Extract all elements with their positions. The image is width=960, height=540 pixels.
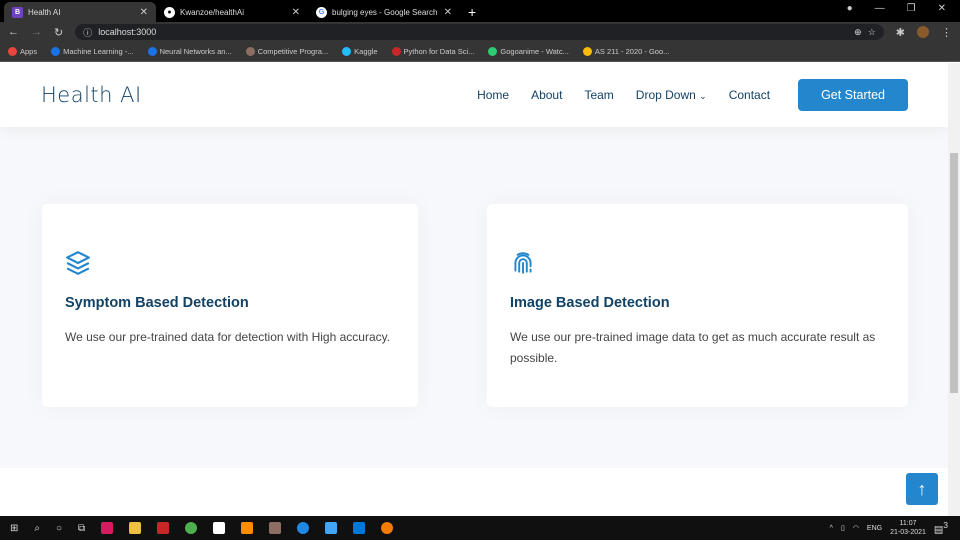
bookmark-item[interactable]: Apps xyxy=(8,47,37,57)
close-window-button[interactable]: ✕ xyxy=(938,3,946,14)
chevron-up-icon[interactable]: ^ xyxy=(830,525,833,532)
nav-contact[interactable]: Contact xyxy=(729,88,770,102)
bookmark-icon xyxy=(391,47,401,57)
toolbar: ← → ↻ ⓘ localhost:3000 ⊕ ☆ ✱ ⋮ xyxy=(0,22,960,42)
windows-start-icon[interactable]: ⊞ xyxy=(10,523,18,534)
wifi-icon[interactable]: ◠ xyxy=(853,524,859,532)
menu-icon[interactable]: ⋮ xyxy=(941,26,952,39)
app-icon[interactable] xyxy=(269,522,282,534)
close-tab-icon[interactable]: ✕ xyxy=(292,7,300,18)
cortana-icon[interactable]: ○ xyxy=(56,523,62,534)
section-bottom xyxy=(0,468,948,516)
bootstrap-icon: B xyxy=(12,6,23,18)
intellij-icon[interactable] xyxy=(101,522,114,534)
jupyter-icon[interactable] xyxy=(381,522,394,534)
scrollbar[interactable] xyxy=(948,63,960,516)
nav-home[interactable]: Home xyxy=(477,88,509,102)
language-indicator[interactable]: ENG xyxy=(867,525,882,532)
google-icon: G xyxy=(316,6,327,18)
vscode-icon[interactable] xyxy=(353,522,366,534)
bookmark-item[interactable]: Competitive Progra... xyxy=(245,47,328,57)
chrome-icon[interactable] xyxy=(185,522,198,534)
bookmark-item[interactable]: AS 211 - 2020 - Goo... xyxy=(582,47,669,57)
bookmark-item[interactable]: Gogoanime - Watc... xyxy=(488,47,569,57)
search-icon[interactable]: ⌕ xyxy=(34,523,40,534)
store-icon[interactable] xyxy=(213,522,226,534)
fingerprint-icon xyxy=(514,252,532,274)
reload-icon[interactable]: ↻ xyxy=(54,26,63,39)
close-tab-icon[interactable]: ✕ xyxy=(140,7,148,18)
get-started-button[interactable]: Get Started xyxy=(798,79,908,111)
app-icon[interactable] xyxy=(325,522,338,534)
tab-github[interactable]: ● Kwanzoe/healthAi ✕ xyxy=(156,2,308,22)
close-tab-icon[interactable]: ✕ xyxy=(444,7,452,18)
bookmark-icon xyxy=(8,47,17,57)
bookmark-item[interactable]: Machine Learning -... xyxy=(51,47,134,57)
bookmark-icon xyxy=(488,47,498,57)
back-to-top-button[interactable]: ↑ xyxy=(906,473,938,505)
task-view-icon[interactable]: ⧉ xyxy=(78,523,85,534)
page: Health AI Home About Team Drop Down ⌄ Co… xyxy=(0,63,948,516)
maximize-button[interactable]: ❐ xyxy=(907,3,916,14)
bookmark-icon xyxy=(51,47,61,57)
zoom-icon[interactable]: ⊕ xyxy=(854,27,862,38)
extensions-icon[interactable]: ✱ xyxy=(896,26,905,39)
back-icon[interactable]: ← xyxy=(8,26,19,38)
bookmark-item[interactable]: Neural Networks an... xyxy=(147,47,232,57)
nav-dropdown[interactable]: Drop Down ⌄ xyxy=(636,88,707,102)
tab-health-ai[interactable]: B Health AI ✕ xyxy=(4,2,156,22)
tab-strip: B Health AI ✕ ● Kwanzoe/healthAi ✕ Gbulging … xyxy=(0,0,960,22)
bookmark-item[interactable]: Kaggle xyxy=(342,47,378,57)
bookmark-icon xyxy=(147,47,157,57)
bookmark-icon xyxy=(582,47,592,57)
layers-icon xyxy=(66,251,90,275)
bookmark-icon xyxy=(342,47,352,57)
github-icon: ● xyxy=(164,6,175,18)
card-image: Image Based Detection We use our pre-tra… xyxy=(487,204,908,407)
logo[interactable]: Health AI xyxy=(41,83,142,107)
nav-team[interactable]: Team xyxy=(584,88,613,102)
arrow-up-icon: ↑ xyxy=(917,478,927,499)
minimize-button[interactable]: — xyxy=(875,3,885,14)
site-header: Health AI Home About Team Drop Down ⌄ Co… xyxy=(0,63,948,127)
file-explorer-icon[interactable] xyxy=(129,522,142,534)
bookmark-icon xyxy=(245,47,255,57)
card-symptom: Symptom Based Detection We use our pre-t… xyxy=(42,204,418,407)
edge-icon[interactable] xyxy=(297,522,310,534)
notifications-icon[interactable]: ▤3 xyxy=(934,520,948,535)
avatar[interactable] xyxy=(917,26,929,38)
clock[interactable]: 11:07 21-03-2021 xyxy=(890,519,926,537)
tab-google[interactable]: Gbulging eyes - Google Search ✕ xyxy=(308,2,460,22)
main-nav: Home About Team Drop Down ⌄ Contact Get … xyxy=(477,79,908,111)
taskbar: ⊞ ⌕ ○ ⧉ ^ ▯ ◠ ENG 11:07 21-03-2021 ▤3 xyxy=(0,516,960,540)
nav-about[interactable]: About xyxy=(531,88,562,102)
forward-icon[interactable]: → xyxy=(31,26,42,38)
battery-icon[interactable]: ▯ xyxy=(841,524,845,532)
address-bar[interactable]: ⓘ localhost:3000 ⊕ ☆ xyxy=(75,24,884,40)
bookmark-item[interactable]: Python for Data Sci... xyxy=(391,47,474,57)
star-icon[interactable]: ☆ xyxy=(868,27,876,38)
media-icon[interactable]: ● xyxy=(847,3,853,14)
scrollbar-thumb[interactable] xyxy=(950,153,958,393)
gift-app-icon[interactable] xyxy=(157,522,170,534)
chevron-down-icon: ⌄ xyxy=(699,91,707,101)
bookmarks-bar: Apps Machine Learning -... Neural Networks… xyxy=(0,42,960,62)
new-tab-button[interactable]: + xyxy=(468,4,476,20)
vlc-icon[interactable] xyxy=(241,522,254,534)
info-icon: ⓘ xyxy=(83,27,93,38)
